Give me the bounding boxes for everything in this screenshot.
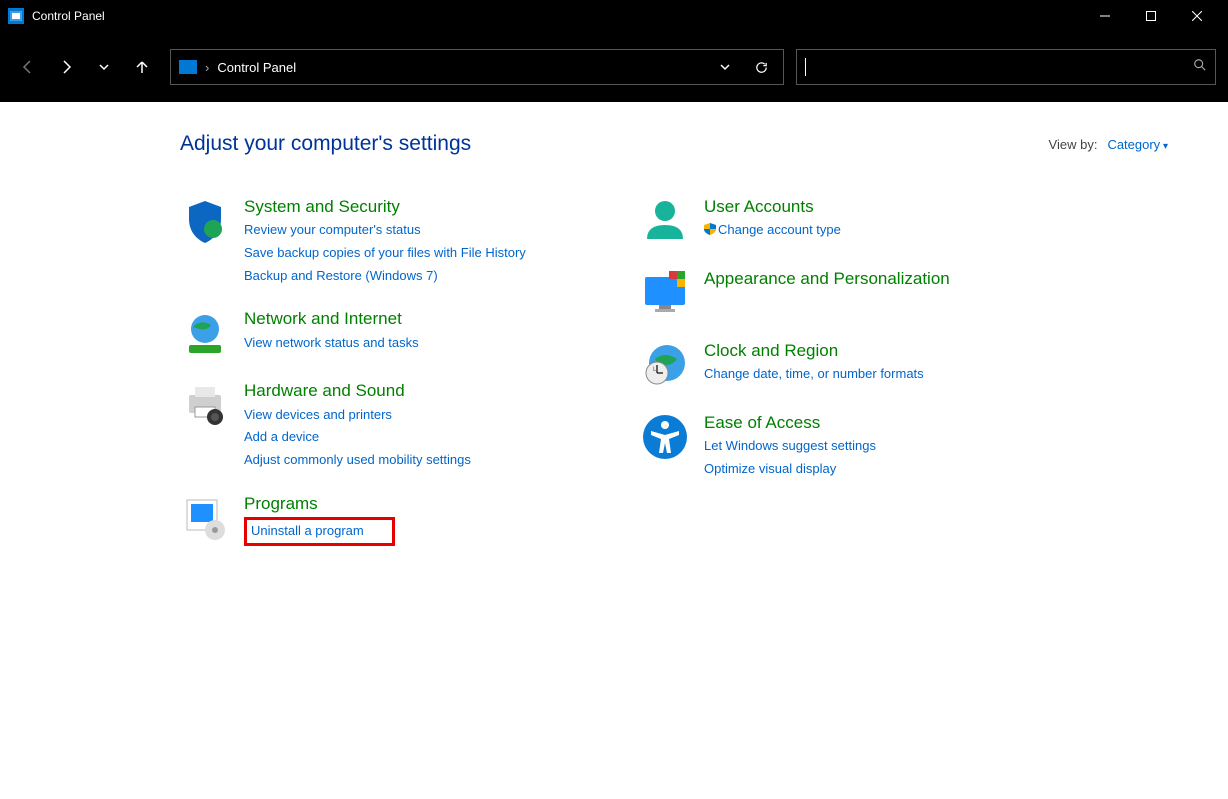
link-add-device[interactable]: Add a device [244, 427, 471, 448]
category-title[interactable]: Clock and Region [704, 340, 924, 362]
control-panel-icon [8, 8, 24, 24]
monitor-icon[interactable] [640, 268, 690, 318]
address-bar[interactable]: › Control Panel [170, 49, 784, 85]
up-button[interactable] [126, 51, 158, 83]
link-review-status[interactable]: Review your computer's status [244, 220, 526, 241]
link-network-status[interactable]: View network status and tasks [244, 333, 419, 354]
category-user-accounts: User Accounts Change account type [640, 196, 1060, 246]
link-backup-restore[interactable]: Backup and Restore (Windows 7) [244, 266, 526, 287]
category-hardware: Hardware and Sound View devices and prin… [180, 380, 600, 470]
category-network: Network and Internet View network status… [180, 308, 600, 358]
category-ease-of-access: Ease of Access Let Windows suggest setti… [640, 412, 1060, 480]
recent-dropdown[interactable] [88, 51, 120, 83]
view-by-label: View by: [1049, 137, 1098, 152]
link-file-history[interactable]: Save backup copies of your files with Fi… [244, 243, 526, 264]
back-button[interactable] [12, 51, 44, 83]
category-title[interactable]: User Accounts [704, 196, 841, 218]
forward-button[interactable] [50, 51, 82, 83]
link-text: Change account type [718, 222, 841, 237]
highlight-annotation: Uninstall a program [244, 517, 395, 546]
text-cursor [805, 58, 806, 76]
search-box[interactable] [796, 49, 1216, 85]
globe-icon[interactable] [180, 308, 230, 358]
category-title[interactable]: Hardware and Sound [244, 380, 471, 402]
link-uninstall-program[interactable]: Uninstall a program [251, 523, 364, 538]
toolbar: › Control Panel [0, 32, 1228, 102]
uac-shield-icon [704, 221, 716, 233]
titlebar: Control Panel [0, 0, 1228, 32]
shield-icon[interactable] [180, 196, 230, 246]
view-by-dropdown[interactable]: Category [1107, 137, 1168, 152]
page-title: Adjust your computer's settings [180, 132, 471, 156]
link-suggest-settings[interactable]: Let Windows suggest settings [704, 436, 876, 457]
printer-icon[interactable] [180, 380, 230, 430]
accessibility-icon[interactable] [640, 412, 690, 462]
programs-icon[interactable] [180, 493, 230, 543]
refresh-button[interactable] [747, 53, 775, 81]
left-column: System and Security Review your computer… [180, 196, 600, 568]
address-dropdown[interactable] [711, 53, 739, 81]
link-mobility-settings[interactable]: Adjust commonly used mobility settings [244, 450, 471, 471]
link-optimize-display[interactable]: Optimize visual display [704, 459, 876, 480]
category-system-security: System and Security Review your computer… [180, 196, 600, 286]
category-title[interactable]: Ease of Access [704, 412, 876, 434]
link-date-time-formats[interactable]: Change date, time, or number formats [704, 364, 924, 385]
category-appearance: Appearance and Personalization [640, 268, 1060, 318]
control-panel-icon [179, 60, 197, 74]
link-change-account-type[interactable]: Change account type [704, 220, 841, 241]
user-icon[interactable] [640, 196, 690, 246]
link-devices-printers[interactable]: View devices and printers [244, 405, 471, 426]
clock-globe-icon[interactable]: L [640, 340, 690, 390]
close-button[interactable] [1174, 0, 1220, 32]
maximize-button[interactable] [1128, 0, 1174, 32]
category-clock-region: L Clock and Region Change date, time, or… [640, 340, 1060, 390]
content-area: Adjust your computer's settings View by:… [0, 102, 1228, 598]
search-icon[interactable] [1193, 58, 1207, 77]
category-programs: Programs Uninstall a program [180, 493, 600, 546]
right-column: User Accounts Change account type [640, 196, 1060, 568]
category-title[interactable]: Network and Internet [244, 308, 419, 330]
breadcrumb-separator-icon: › [205, 60, 209, 75]
category-title[interactable]: System and Security [244, 196, 526, 218]
minimize-button[interactable] [1082, 0, 1128, 32]
category-title[interactable]: Programs [244, 493, 395, 515]
breadcrumb-location[interactable]: Control Panel [217, 60, 296, 75]
category-title[interactable]: Appearance and Personalization [704, 268, 950, 290]
window-title: Control Panel [32, 9, 105, 23]
